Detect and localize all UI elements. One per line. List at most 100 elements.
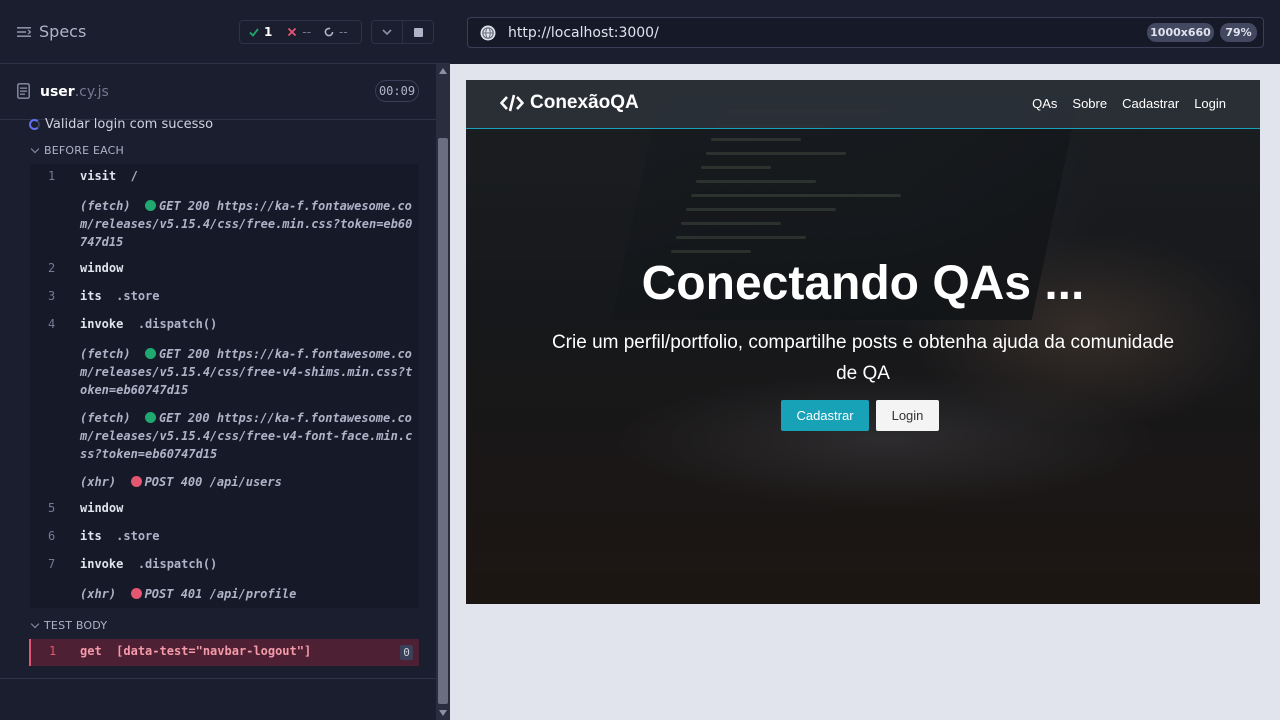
- command-name-wrap: its .store: [80, 287, 160, 305]
- zoom-badge: 79%: [1220, 23, 1257, 42]
- event-type: (fetch): [80, 199, 131, 213]
- specs-button[interactable]: Specs: [17, 22, 86, 41]
- command-name: window: [80, 261, 124, 275]
- before-each-hook[interactable]: BEFORE EACH: [30, 144, 125, 157]
- status-dot-icon: [130, 476, 142, 487]
- event-type: (fetch): [80, 411, 131, 425]
- command-name: its: [80, 529, 102, 543]
- divider: [0, 678, 436, 679]
- event-type: (fetch): [80, 347, 131, 361]
- cadastrar-button[interactable]: Cadastrar: [781, 400, 869, 431]
- command-name-wrap: get [data-test="navbar-logout"]: [80, 644, 311, 658]
- command-message: [data-test="navbar-logout"]: [116, 644, 312, 658]
- command-name: invoke: [80, 557, 124, 571]
- before-each-label: BEFORE EACH: [44, 144, 125, 157]
- aut-header: http://localhost:3000/ 1000x660 79%: [450, 0, 1280, 64]
- command-number: 4: [48, 317, 56, 331]
- chevron-down-icon: [30, 144, 40, 154]
- test-stats: 1 -- --: [239, 20, 362, 44]
- event-type: (xhr): [80, 475, 117, 489]
- pending-count: --: [339, 25, 348, 39]
- command-number: 2: [48, 261, 56, 275]
- pending-circle-icon: [324, 27, 334, 37]
- nav-link-login[interactable]: Login: [1194, 96, 1226, 111]
- site-navbar: ConexãoQA QAs Sobre Cadastrar Login: [466, 80, 1260, 129]
- brand-name: ConexãoQA: [530, 92, 639, 113]
- command-name: its: [80, 289, 102, 303]
- command-log-panel: Specs 1 -- -- user.cy.js 00:09 Validar l…: [0, 0, 450, 720]
- event-status: POST 401: [144, 587, 203, 601]
- code-icon: [500, 94, 524, 112]
- event-status: GET 200: [159, 347, 210, 361]
- event-status: POST 400: [144, 475, 203, 489]
- passed-count: 1: [264, 25, 273, 39]
- command-name-wrap: invoke .dispatch(): [80, 555, 217, 573]
- network-event: (fetch) GET 200 https://ka-f.fontawesome…: [80, 345, 415, 399]
- command-number: 6: [48, 529, 56, 543]
- failed-stat: --: [287, 25, 311, 39]
- event-url: /api/users: [209, 475, 282, 489]
- aut-viewport: ConexãoQA QAs Sobre Cadastrar Login Cone…: [466, 80, 1260, 604]
- command-name: get: [80, 644, 102, 658]
- network-event: (xhr) POST 400 /api/users: [80, 473, 415, 491]
- viewport-size-badge[interactable]: 1000x660: [1147, 23, 1214, 42]
- command-list: 1 visit / (fetch) GET 200 https://ka-f.f…: [30, 164, 419, 608]
- command-message: .dispatch(): [137, 317, 218, 331]
- url-text: http://localhost:3000/: [508, 25, 659, 41]
- command-number: 1: [49, 644, 57, 658]
- event-url: /api/profile: [209, 587, 297, 601]
- command-log-scrollbar[interactable]: [436, 64, 450, 720]
- status-dot-icon: [145, 412, 157, 423]
- check-icon: [249, 27, 259, 37]
- nav-link-sobre[interactable]: Sobre: [1072, 96, 1107, 111]
- scroll-down-arrow-icon[interactable]: [439, 710, 447, 716]
- hero-title: Conectando QAs ...: [641, 257, 1085, 310]
- status-dot-icon: [145, 348, 157, 359]
- site-nav-links: QAs Sobre Cadastrar Login: [1032, 96, 1226, 111]
- command-message: .store: [116, 289, 160, 303]
- command-name-wrap: invoke .dispatch(): [80, 315, 217, 333]
- network-event: (fetch) GET 200 https://ka-f.fontawesome…: [80, 409, 415, 463]
- command-number: 5: [48, 501, 56, 515]
- spec-file-name[interactable]: user.cy.js: [40, 84, 109, 100]
- chevron-down-icon[interactable]: [372, 21, 402, 43]
- spec-file-base: user: [40, 84, 75, 100]
- element-count-badge: 0: [400, 645, 413, 660]
- run-controls: [371, 20, 434, 44]
- network-event: (xhr) POST 401 /api/profile: [80, 585, 415, 603]
- hero-subtitle: Crie um perfil/portfolio, compartilhe po…: [551, 332, 1175, 384]
- event-status: GET 200: [159, 199, 210, 213]
- passed-stat: 1: [249, 25, 272, 39]
- url-bar[interactable]: http://localhost:3000/ 1000x660 79%: [467, 17, 1264, 48]
- test-body-hook[interactable]: TEST BODY: [30, 619, 108, 632]
- command-number: 1: [48, 169, 56, 183]
- document-icon: [17, 83, 30, 99]
- command-name: window: [80, 501, 124, 515]
- spec-file-ext: .cy.js: [74, 84, 109, 100]
- command-name: invoke: [80, 317, 124, 331]
- spec-file-header: user.cy.js 00:09: [0, 64, 436, 120]
- login-button[interactable]: Login: [876, 400, 939, 431]
- pending-stat: --: [324, 25, 348, 39]
- test-title[interactable]: Validar login com sucesso: [29, 117, 213, 132]
- stop-icon[interactable]: [402, 21, 433, 43]
- reporter-header: Specs 1 -- --: [0, 0, 450, 64]
- spec-duration: 00:09: [375, 80, 419, 102]
- test-body-label: TEST BODY: [44, 619, 108, 632]
- command-number: 3: [48, 289, 56, 303]
- status-dot-icon: [130, 588, 142, 599]
- command-message: /: [130, 169, 138, 183]
- nav-link-cadastrar[interactable]: Cadastrar: [1122, 96, 1179, 111]
- command-name-wrap: visit /: [80, 167, 138, 185]
- command-name-wrap: its .store: [80, 527, 160, 545]
- nav-link-qas[interactable]: QAs: [1032, 96, 1057, 111]
- failed-command-row[interactable]: 1 get [data-test="navbar-logout"] 0: [29, 639, 419, 666]
- network-event: (fetch) GET 200 https://ka-f.fontawesome…: [80, 197, 415, 251]
- scroll-up-arrow-icon[interactable]: [439, 68, 447, 74]
- event-status: GET 200: [159, 411, 210, 425]
- chevron-down-icon: [30, 619, 40, 629]
- site-brand[interactable]: ConexãoQA: [500, 92, 639, 114]
- running-spinner-icon: [29, 119, 40, 130]
- command-message: .store: [116, 529, 160, 543]
- scrollbar-thumb[interactable]: [438, 138, 448, 704]
